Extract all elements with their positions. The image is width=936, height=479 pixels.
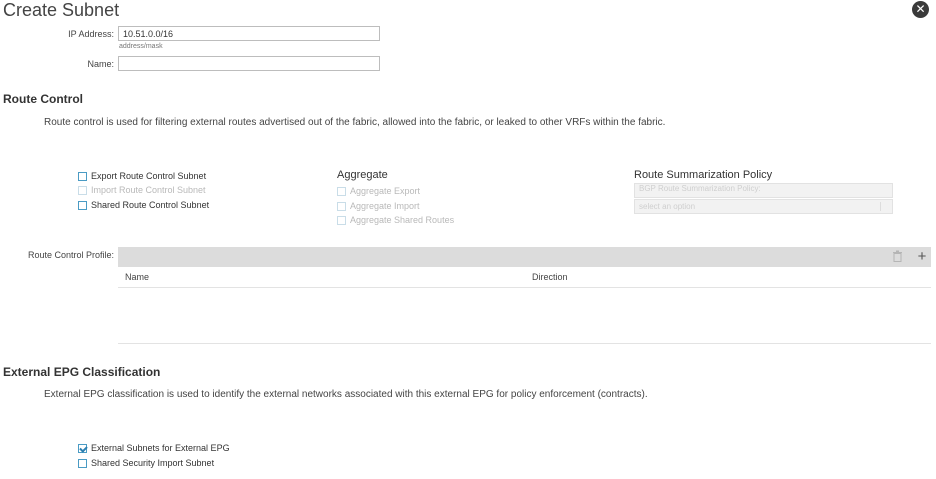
close-icon[interactable]: ✕ [912,1,929,18]
plus-icon[interactable]: + [915,249,929,264]
checkbox-label: Aggregate Export [350,186,421,196]
ip-address-input[interactable] [118,26,380,41]
aggregate-shared-routes-checkbox: Aggregate Shared Routes [337,215,454,225]
shared-route-control-checkbox[interactable]: Shared Route Control Subnet [78,200,209,210]
external-epg-heading: External EPG Classification [3,365,161,379]
checkbox-box[interactable] [78,200,87,210]
checkbox-label: Import Route Control Subnet [91,185,206,195]
shared-security-import-checkbox[interactable]: Shared Security Import Subnet [78,458,214,468]
route-control-description: Route control is used for filtering exte… [44,117,666,128]
table-header-divider [118,287,931,288]
route-control-profile-label: Route Control Profile: [27,250,114,260]
checkbox-label: Aggregate Import [350,201,420,211]
ip-address-hint: address/mask [119,43,163,50]
checkbox-box[interactable] [78,458,87,468]
trash-icon[interactable] [890,250,904,264]
route-control-heading: Route Control [3,92,83,106]
checkbox-box [337,215,346,225]
aggregate-import-checkbox: Aggregate Import [337,201,420,211]
external-subnets-checkbox[interactable]: External Subnets for External EPG [78,443,230,453]
checkbox-box[interactable] [78,443,87,453]
profile-column-direction: Direction [532,272,568,282]
checkbox-label: External Subnets for External EPG [91,443,230,453]
checkbox-label: Export Route Control Subnet [91,171,207,181]
ip-address-label: IP Address: [68,29,114,39]
external-epg-description: External EPG classification is used to i… [44,389,648,400]
checkbox-label: Shared Security Import Subnet [91,458,215,468]
aggregate-export-checkbox: Aggregate Export [337,186,420,196]
checkbox-box [337,201,346,211]
profile-toolbar [118,247,931,267]
import-route-control-checkbox: Import Route Control Subnet [78,185,206,195]
profile-column-name: Name [125,272,150,282]
bgp-summarization-select: select an option [634,199,893,214]
checkbox-label: Shared Route Control Subnet [91,200,210,210]
name-input[interactable] [118,56,380,71]
checkbox-box [337,186,346,196]
dialog-title: Create Subnet [3,0,120,20]
checkbox-box[interactable] [78,171,87,181]
table-bottom-divider [118,343,931,344]
name-label: Name: [87,59,114,69]
bgp-summarization-label: BGP Route Summarization Policy: [634,183,893,198]
aggregate-heading: Aggregate [337,169,388,181]
export-route-control-checkbox[interactable]: Export Route Control Subnet [78,171,206,181]
checkbox-label: Aggregate Shared Routes [350,215,455,225]
select-placeholder: select an option [639,202,696,211]
chevron-down-icon [880,202,890,211]
route-summarization-heading: Route Summarization Policy [634,169,773,181]
checkbox-box [78,185,87,195]
